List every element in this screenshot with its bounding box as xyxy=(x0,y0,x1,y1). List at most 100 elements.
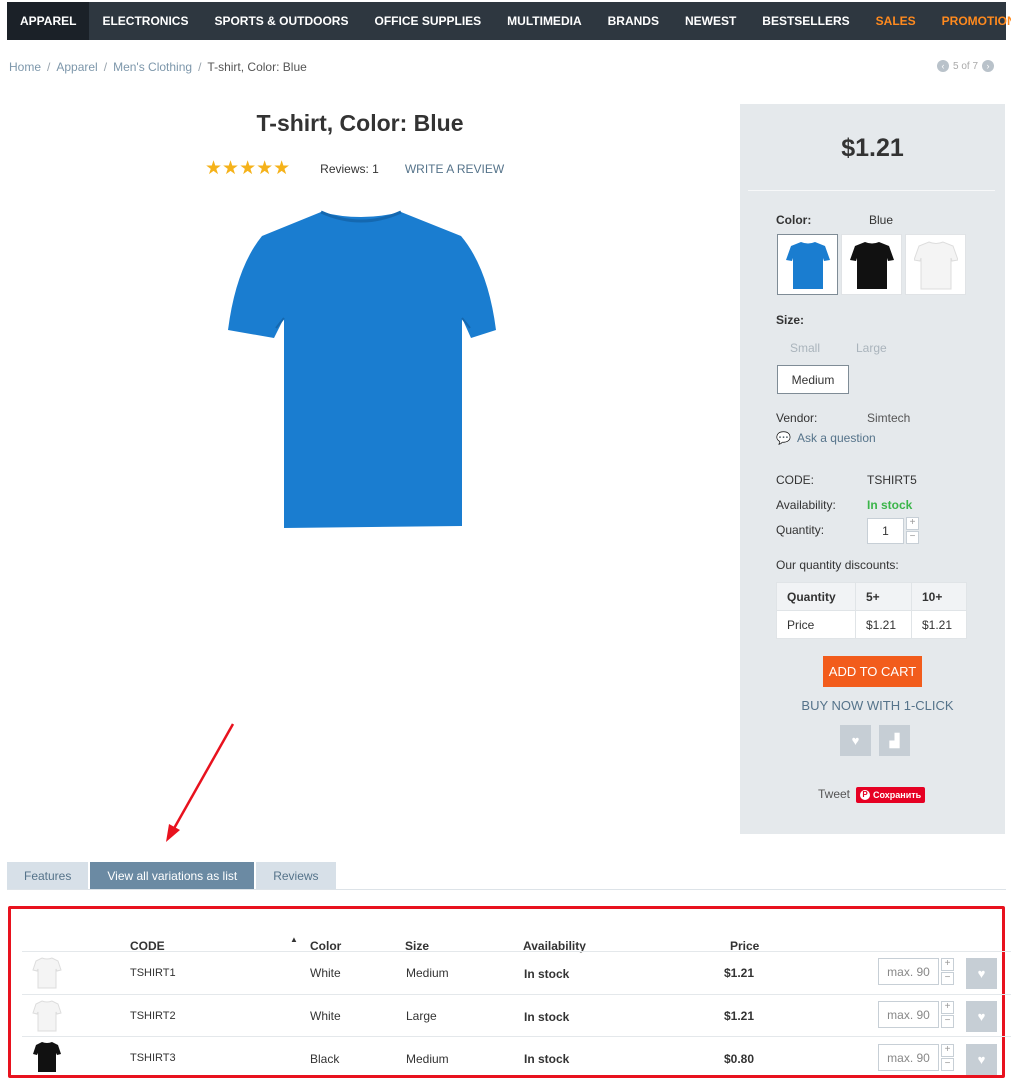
breadcrumb-apparel[interactable]: Apparel xyxy=(56,60,97,74)
nav-item-promotions[interactable]: Promotions xyxy=(929,2,1011,40)
pager-text: 5 of 7 xyxy=(953,60,979,72)
nav-item-office-supplies[interactable]: Office supplies xyxy=(361,2,494,40)
quantity-increase-button[interactable]: + xyxy=(906,517,919,530)
rating-stars-icon[interactable]: ★★★★★ xyxy=(205,157,290,180)
heart-icon: ♥ xyxy=(851,733,860,748)
variation-size: Medium xyxy=(406,966,449,980)
rating-row: ★★★★★ Reviews: 1 Write a review xyxy=(205,157,504,180)
size-option-medium[interactable]: Medium xyxy=(777,365,849,394)
tabs-underline xyxy=(7,889,1006,890)
variation-quantity-input[interactable]: max. 90 xyxy=(878,958,939,985)
size-label: Size: xyxy=(776,313,805,327)
add-to-wishlist-button[interactable]: ♥ xyxy=(840,725,871,756)
variation-quantity-input[interactable]: max. 90 xyxy=(878,1044,939,1071)
variation-quantity-increase[interactable]: + xyxy=(941,1044,954,1057)
variation-wishlist-button[interactable]: ♥ xyxy=(966,1001,997,1032)
prev-product-icon[interactable]: ‹ xyxy=(937,60,949,72)
variation-color: White xyxy=(310,1009,341,1023)
breadcrumb-current: T-shirt, Color: Blue xyxy=(207,60,307,74)
tab-features[interactable]: Features xyxy=(7,862,89,889)
discount-price-10: $1.21 xyxy=(911,610,967,639)
tshirt-blue-icon xyxy=(785,241,830,289)
variation-price: $1.21 xyxy=(724,966,755,980)
nav-item-electronics[interactable]: Electronics xyxy=(89,2,201,40)
buy-one-click-button[interactable]: Buy now with 1-click xyxy=(740,698,1011,713)
tshirt-black-icon xyxy=(849,241,894,289)
variation-wishlist-button[interactable]: ♥ xyxy=(966,958,997,989)
sort-asc-icon[interactable]: ▲ xyxy=(290,935,298,944)
tweet-button[interactable]: Tweet xyxy=(818,787,850,801)
reviews-count[interactable]: Reviews: 1 xyxy=(320,162,379,176)
tab-reviews[interactable]: Reviews xyxy=(256,862,336,889)
vendor-value[interactable]: Simtech xyxy=(867,411,910,425)
quantity-discounts-table: Quantity 5+ 10+ Price $1.21 $1.21 xyxy=(776,582,967,639)
annotation-arrow xyxy=(166,723,235,842)
breadcrumb-mens-clothing[interactable]: Men's Clothing xyxy=(113,60,192,74)
swatch-white[interactable] xyxy=(905,234,966,295)
nav-item-sales[interactable]: Sales xyxy=(863,2,929,40)
variation-size: Medium xyxy=(406,1052,449,1066)
variation-quantity-input[interactable]: max. 90 xyxy=(878,1001,939,1028)
code-label: CODE: xyxy=(776,473,815,487)
top-navigation: Apparel Electronics Sports & Outdoors Of… xyxy=(7,2,1011,40)
swatch-black[interactable] xyxy=(841,234,902,295)
variation-code[interactable]: TSHIRT2 xyxy=(130,1010,176,1022)
size-option-small[interactable]: Small xyxy=(790,341,820,355)
pinterest-save-label: Сохранить xyxy=(873,790,922,800)
variation-availability: In stock xyxy=(524,1052,570,1066)
nav-item-sports-outdoors[interactable]: Sports & Outdoors xyxy=(201,2,361,40)
discount-price-5: $1.21 xyxy=(855,610,912,639)
row-divider xyxy=(22,951,1011,952)
product-price: $1.21 xyxy=(841,134,904,162)
variation-quantity-decrease[interactable]: − xyxy=(941,972,954,985)
variation-quantity-decrease[interactable]: − xyxy=(941,1015,954,1028)
availability-label: Availability: xyxy=(776,498,836,512)
heart-icon: ♥ xyxy=(977,1009,986,1024)
code-value: TSHIRT5 xyxy=(867,473,917,487)
breadcrumb: Home / Apparel / Men's Clothing / T-shir… xyxy=(9,60,307,74)
variation-thumbnail-black[interactable] xyxy=(32,1041,62,1073)
nav-item-bestsellers[interactable]: Bestsellers xyxy=(749,2,862,40)
size-option-large[interactable]: Large xyxy=(856,341,887,355)
breadcrumb-separator: / xyxy=(198,60,202,74)
tab-variations-list[interactable]: View all variations as list xyxy=(90,862,255,889)
row-divider xyxy=(22,1036,1011,1037)
add-to-compare-button[interactable]: ▟ xyxy=(879,725,910,756)
compare-icon: ▟ xyxy=(889,732,900,748)
quantity-decrease-button[interactable]: − xyxy=(906,531,919,544)
product-image[interactable] xyxy=(226,208,496,530)
product-info-panel: $1.21 Color: Blue Size: Small Large Medi… xyxy=(740,104,1005,834)
variation-code[interactable]: TSHIRT3 xyxy=(130,1052,176,1064)
speech-bubble-icon: 💬 xyxy=(776,431,791,445)
breadcrumb-home[interactable]: Home xyxy=(9,60,41,74)
quantity-input[interactable]: 1 xyxy=(867,518,904,544)
variation-thumbnail-white[interactable] xyxy=(32,1000,62,1032)
nav-item-brands[interactable]: Brands xyxy=(595,2,672,40)
nav-item-newest[interactable]: Newest xyxy=(672,2,749,40)
nav-item-multimedia[interactable]: Multimedia xyxy=(494,2,594,40)
variation-wishlist-button[interactable]: ♥ xyxy=(966,1044,997,1075)
quantity-label: Quantity: xyxy=(776,523,825,537)
variation-quantity-decrease[interactable]: − xyxy=(941,1058,954,1071)
next-product-icon[interactable]: › xyxy=(982,60,995,72)
panel-divider xyxy=(748,190,995,191)
swatch-blue[interactable] xyxy=(777,234,838,295)
add-to-cart-button[interactable]: Add to cart xyxy=(823,656,922,687)
variation-quantity-increase[interactable]: + xyxy=(941,958,954,971)
variation-price: $0.80 xyxy=(724,1052,755,1066)
heart-icon: ♥ xyxy=(977,966,986,981)
nav-item-apparel[interactable]: Apparel xyxy=(7,2,90,40)
discount-row-label: Price xyxy=(776,610,856,639)
product-tabs: Features View all variations as list Rev… xyxy=(7,862,336,889)
variation-thumbnail-white[interactable] xyxy=(32,957,62,989)
ask-question-link[interactable]: 💬 Ask a question xyxy=(776,431,876,445)
variation-code[interactable]: TSHIRT1 xyxy=(130,967,176,979)
variation-color: Black xyxy=(310,1052,340,1066)
vendor-label: Vendor: xyxy=(776,411,818,425)
pinterest-save-button[interactable]: P Сохранить xyxy=(856,787,926,803)
product-pager: ‹ 5 of 7 › xyxy=(937,60,995,72)
variation-quantity-increase[interactable]: + xyxy=(941,1001,954,1014)
variation-color: White xyxy=(310,966,341,980)
tshirt-white-icon xyxy=(913,240,958,289)
write-review-link[interactable]: Write a review xyxy=(405,162,504,176)
